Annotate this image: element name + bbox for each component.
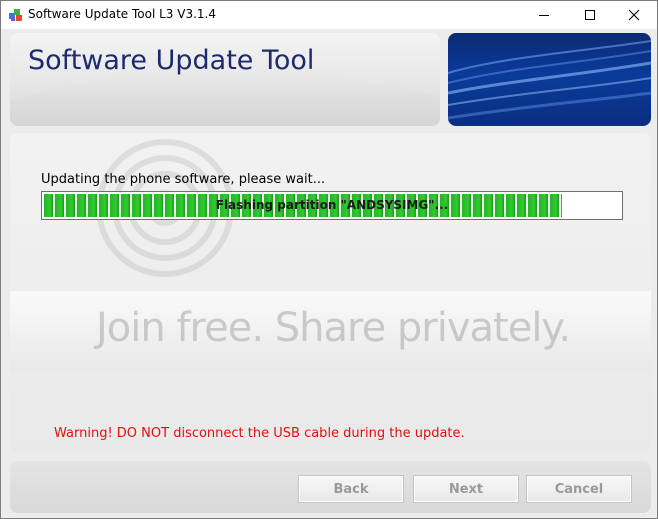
header-banner-image [448, 33, 651, 126]
maximize-button[interactable] [567, 1, 613, 29]
window-title: Software Update Tool L3 V3.1.4 [28, 7, 216, 21]
progress-text: Flashing partition "ANDSYSIMG"... [215, 198, 449, 212]
page-title: Software Update Tool [28, 45, 315, 76]
cancel-button[interactable]: Cancel [526, 475, 632, 503]
progress-bar: Flashing partition "ANDSYSIMG"... [41, 191, 623, 220]
status-label: Updating the phone software, please wait… [41, 172, 326, 187]
client-area: Software Update Tool Join free. Share pr… [2, 29, 656, 517]
app-icon [8, 7, 24, 23]
close-icon [628, 6, 640, 25]
title-bar[interactable]: Software Update Tool L3 V3.1.4 [1, 1, 657, 29]
minimize-icon [538, 6, 550, 25]
minimize-button[interactable] [521, 1, 567, 29]
close-button[interactable] [611, 1, 657, 29]
warning-message: Warning! DO NOT disconnect the USB cable… [54, 426, 465, 441]
header-panel: Software Update Tool [10, 33, 440, 126]
application-window: Software Update Tool L3 V3.1.4 Software … [0, 0, 658, 519]
maximize-icon [584, 6, 596, 25]
watermark-text: Join free. Share privately. [96, 305, 571, 351]
back-button[interactable]: Back [298, 475, 404, 503]
footer-panel: Back Next Cancel [10, 461, 651, 513]
main-panel: Join free. Share privately. Updating the… [10, 133, 651, 453]
next-button[interactable]: Next [413, 475, 519, 503]
